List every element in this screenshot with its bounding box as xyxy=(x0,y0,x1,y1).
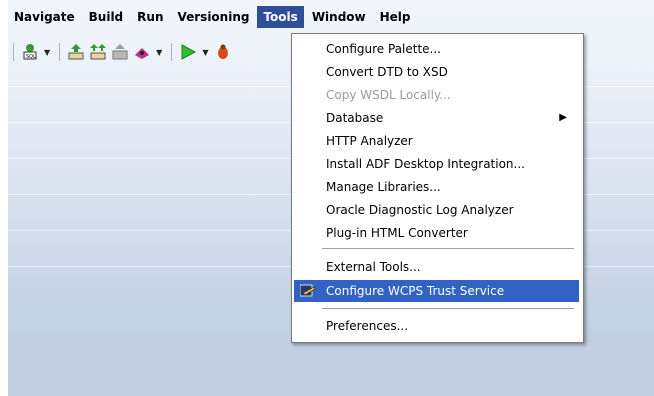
left-edge xyxy=(0,0,8,396)
menu-item-plugin-html-converter[interactable]: Plug-in HTML Converter xyxy=(294,222,579,244)
toolbar-separator xyxy=(59,43,61,61)
menu-item-configure-wcps-trust-service-label: Configure WCPS Trust Service xyxy=(326,284,505,298)
menu-item-manage-libraries[interactable]: Manage Libraries... xyxy=(294,176,579,198)
menu-item-configure-palette[interactable]: Configure Palette... xyxy=(294,38,579,60)
menu-item-convert-dtd-to-xsd[interactable]: Convert DTD to XSD xyxy=(294,61,579,83)
chevron-down-icon[interactable]: ▼ xyxy=(202,48,208,57)
menu-item-configure-wcps-trust-service[interactable]: Configure WCPS Trust Service xyxy=(294,280,579,302)
toolbar: SQL ▼ ▼ ▼ xyxy=(10,40,232,64)
menu-separator xyxy=(322,248,574,249)
rebuild-icon[interactable] xyxy=(89,43,107,61)
menu-tools[interactable]: Tools xyxy=(257,6,304,28)
debug-icon[interactable] xyxy=(133,43,151,61)
menu-versioning[interactable]: Versioning xyxy=(171,6,255,28)
menu-window[interactable]: Window xyxy=(306,6,372,28)
bug-icon[interactable] xyxy=(214,43,232,61)
menu-item-external-tools[interactable]: External Tools... xyxy=(294,256,579,278)
menu-bar: Navigate Build Run Versioning Tools Wind… xyxy=(8,2,654,32)
menu-navigate[interactable]: Navigate xyxy=(8,6,81,28)
app-window: Navigate Build Run Versioning Tools Wind… xyxy=(0,0,654,396)
toolbar-separator xyxy=(13,43,14,61)
menu-build[interactable]: Build xyxy=(83,6,130,28)
chevron-down-icon[interactable]: ▼ xyxy=(156,48,162,57)
menu-help[interactable]: Help xyxy=(374,6,417,28)
tools-dropdown-menu: Configure Palette... Convert DTD to XSD … xyxy=(291,33,584,343)
menu-separator xyxy=(322,308,574,309)
menu-item-http-analyzer[interactable]: HTTP Analyzer xyxy=(294,130,579,152)
run-icon[interactable] xyxy=(179,43,197,61)
menu-item-copy-wsdl-locally: Copy WSDL Locally... xyxy=(326,88,451,102)
menu-item-oracle-diagnostic-log-analyzer[interactable]: Oracle Diagnostic Log Analyzer xyxy=(294,199,579,221)
svg-text:SQL: SQL xyxy=(26,54,36,60)
sql-worksheet-icon[interactable]: SQL xyxy=(21,43,39,61)
chevron-down-icon[interactable]: ▼ xyxy=(44,48,50,57)
menu-run[interactable]: Run xyxy=(131,6,169,28)
menu-item-preferences[interactable]: Preferences... xyxy=(294,315,579,337)
wcps-trust-service-icon xyxy=(299,283,316,299)
menu-item-database[interactable]: Database ▶ xyxy=(294,107,579,129)
make-icon[interactable] xyxy=(67,43,85,61)
submenu-arrow-icon: ▶ xyxy=(559,112,567,123)
menu-item-database-label: Database xyxy=(326,111,384,125)
deploy-icon[interactable] xyxy=(111,43,129,61)
toolbar-separator xyxy=(171,43,173,61)
menu-item-install-adf-desktop-integration[interactable]: Install ADF Desktop Integration... xyxy=(294,153,579,175)
